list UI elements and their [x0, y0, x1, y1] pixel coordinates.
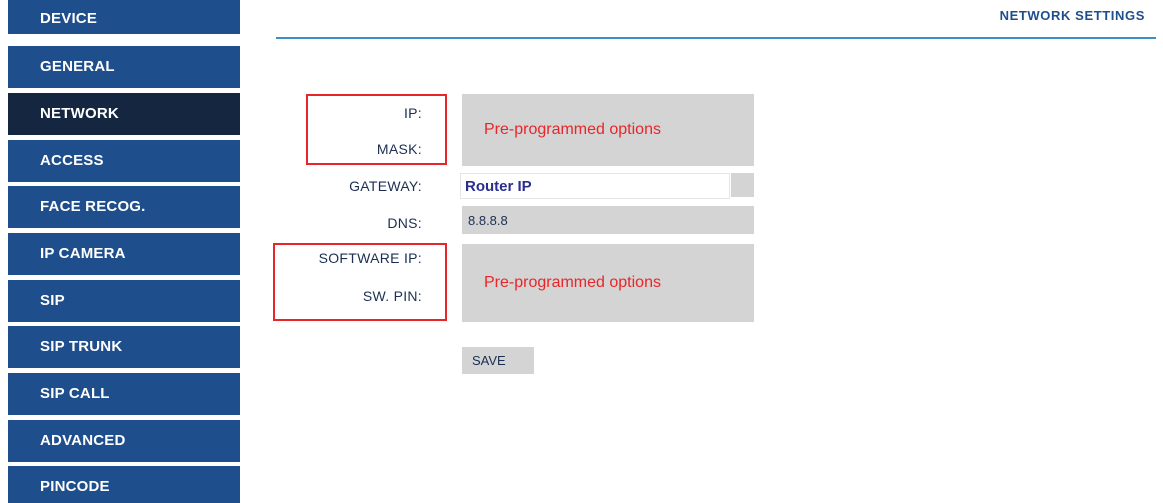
page-title: NETWORK SETTINGS	[999, 8, 1145, 23]
dns-field[interactable]: 8.8.8.8	[462, 206, 754, 234]
sidebar-item-access[interactable]: ACCESS	[8, 140, 240, 182]
software-preset-field[interactable]: Pre-programmed options	[462, 244, 754, 322]
sidebar-item-network[interactable]: NETWORK	[8, 93, 240, 135]
sidebar-nav: DEVICE GENERAL NETWORK ACCESS FACE RECOG…	[8, 0, 240, 503]
ip-label: IP:	[403, 105, 422, 121]
sidebar-item-device[interactable]: DEVICE	[8, 0, 240, 34]
sidebar-item-sip-call[interactable]: SIP CALL	[8, 373, 240, 415]
sidebar-item-ip-camera[interactable]: IP CAMERA	[8, 233, 240, 275]
title-divider	[276, 37, 1156, 39]
sidebar-item-pincode[interactable]: PINCODE	[8, 466, 240, 503]
sidebar-item-advanced[interactable]: ADVANCED	[8, 420, 240, 462]
dns-label: DNS:	[387, 215, 422, 231]
gateway-field[interactable]: Router IP	[460, 173, 730, 199]
ip-mask-preset-field[interactable]: Pre-programmed options	[462, 94, 754, 166]
mask-label: MASK:	[376, 141, 422, 157]
gateway-label: GATEWAY:	[349, 178, 422, 194]
sidebar-item-sip-trunk[interactable]: SIP TRUNK	[8, 326, 240, 368]
gateway-field-end	[731, 173, 754, 197]
sw-pin-label: SW. PIN:	[362, 288, 422, 304]
sidebar-item-general[interactable]: GENERAL	[8, 46, 240, 88]
network-settings-page: DEVICE GENERAL NETWORK ACCESS FACE RECOG…	[0, 0, 1163, 503]
sidebar-item-sip[interactable]: SIP	[8, 280, 240, 322]
save-button[interactable]: SAVE	[462, 347, 534, 374]
sidebar-item-face-recog[interactable]: FACE RECOG.	[8, 186, 240, 228]
software-ip-label: SOFTWARE IP:	[318, 250, 422, 266]
